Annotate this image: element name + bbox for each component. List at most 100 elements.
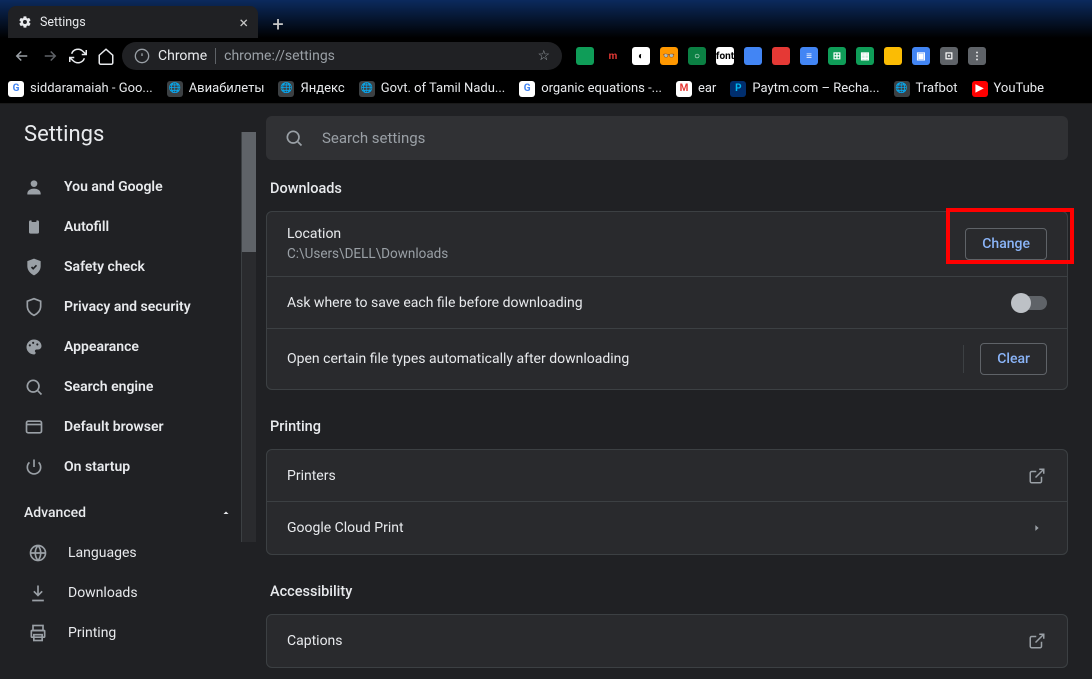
back-button[interactable] (10, 44, 34, 68)
bookmark-item[interactable]: PPaytm.com – Recha... (730, 81, 879, 97)
printers-label: Printers (287, 468, 336, 484)
vertical-divider (963, 345, 964, 373)
google-cloud-print-row[interactable]: Google Cloud Print (267, 502, 1067, 554)
bookmark-label: Paytm.com – Recha... (752, 81, 879, 96)
bookmark-label: ear (698, 81, 716, 96)
close-tab-icon[interactable]: × (239, 13, 248, 32)
bookmark-item[interactable]: 🌐Авиабилеты (167, 81, 265, 97)
extension-icon[interactable]: ⋮ (968, 47, 986, 65)
sidebar-item-appearance[interactable]: Appearance (0, 327, 256, 367)
vertical-divider (948, 230, 949, 258)
favicon: G (519, 81, 535, 97)
person-icon (24, 177, 44, 197)
section-accessibility-title: Accessibility (270, 583, 1068, 600)
extension-icon[interactable]: 👓 (660, 47, 678, 65)
address-bar[interactable]: Chrome chrome://settings ☆ (122, 42, 562, 70)
sidebar-item-printing[interactable]: Printing (0, 613, 256, 653)
shield-check-icon (24, 257, 44, 277)
bookmark-item[interactable]: Mear (676, 81, 716, 97)
favicon: G (8, 81, 24, 97)
extension-icon[interactable]: ◐ (632, 47, 650, 65)
favicon: 🌐 (278, 81, 294, 97)
sidebar-item-default-browser[interactable]: Default browser (0, 407, 256, 447)
bookmark-label: Govt. of Tamil Nadu... (381, 81, 505, 96)
bookmark-label: Яндекс (300, 81, 344, 96)
bookmark-item[interactable]: ▶YouTube (972, 81, 1045, 97)
bookmark-item[interactable]: Gorganic equations -... (519, 81, 662, 97)
home-button[interactable] (94, 44, 118, 68)
change-button[interactable]: Change (965, 228, 1047, 260)
captions-row[interactable]: Captions (267, 615, 1067, 667)
extension-icon[interactable]: m (604, 47, 622, 65)
open-filetypes-label: Open certain file types automatically af… (287, 351, 629, 367)
sidebar-item-you-and-google[interactable]: You and Google (0, 167, 256, 207)
sidebar-item-label: You and Google (64, 179, 163, 195)
sidebar-item-label: On startup (64, 459, 130, 475)
sidebar-item-languages[interactable]: Languages (0, 533, 256, 573)
bookmark-item[interactable]: 🌐Trafbot (894, 81, 958, 97)
url-prefix: Chrome (158, 48, 207, 64)
accessibility-card: Captions (266, 614, 1068, 668)
sidebar-advanced-header[interactable]: Advanced (0, 493, 256, 533)
gear-icon (18, 15, 32, 29)
ask-where-row: Ask where to save each file before downl… (267, 277, 1067, 329)
extension-icon[interactable]: ⊞ (828, 47, 846, 65)
ask-where-toggle[interactable] (1013, 296, 1047, 310)
new-tab-button[interactable]: + (264, 10, 292, 38)
shield-icon (24, 297, 44, 317)
sidebar-item-downloads[interactable]: Downloads (0, 573, 256, 613)
sidebar-item-label: Search engine (64, 379, 153, 395)
sidebar-item-safety-check[interactable]: Safety check (0, 247, 256, 287)
sidebar-item-label: Default browser (64, 419, 164, 435)
extension-icon[interactable]: ≡ (800, 47, 818, 65)
sidebar-item-label: Privacy and security (64, 299, 191, 315)
browser-tab-settings[interactable]: Settings × (8, 6, 258, 38)
bookmark-item[interactable]: Gsiddaramaiah - Goo... (8, 81, 153, 97)
open-external-icon (1027, 466, 1047, 486)
search-icon (24, 377, 44, 397)
location-label: Location (287, 226, 448, 242)
bookmark-item[interactable]: 🌐 Яндекс (278, 81, 344, 97)
site-info-icon[interactable] (134, 48, 150, 64)
printers-row[interactable]: Printers (267, 450, 1067, 502)
extension-icon[interactable]: ○ (688, 47, 706, 65)
extension-icon[interactable] (576, 47, 594, 65)
favicon: M (676, 81, 692, 97)
extension-icon[interactable]: ⊡ (940, 47, 958, 65)
sidebar-item-label: Languages (68, 545, 137, 561)
sidebar-scrollbar[interactable] (241, 132, 256, 542)
bookmark-item[interactable]: 🌐Govt. of Tamil Nadu... (359, 81, 505, 97)
forward-button[interactable] (38, 44, 62, 68)
ask-where-label: Ask where to save each file before downl… (287, 295, 583, 311)
globe-icon (28, 543, 48, 563)
extension-icon[interactable]: ▣ (912, 47, 930, 65)
sidebar-item-label: Printing (68, 625, 116, 641)
extension-icon[interactable] (744, 47, 762, 65)
extension-icon[interactable] (884, 47, 902, 65)
reload-button[interactable] (66, 44, 90, 68)
favicon: 🌐 (167, 81, 183, 97)
page-title: Settings (0, 104, 256, 167)
clear-button[interactable]: Clear (980, 343, 1047, 375)
sidebar-item-search-engine[interactable]: Search engine (0, 367, 256, 407)
search-settings-input[interactable]: Search settings (266, 116, 1068, 160)
extension-icon[interactable] (772, 47, 790, 65)
open-filetypes-row: Open certain file types automatically af… (267, 329, 1067, 389)
location-value: C:\Users\DELL\Downloads (287, 246, 448, 262)
extension-icon[interactable]: font (716, 47, 734, 65)
sidebar-item-label: Appearance (64, 339, 139, 355)
favicon: ▶ (972, 81, 988, 97)
sidebar-item-label: Downloads (68, 585, 138, 601)
print-icon (28, 623, 48, 643)
chevron-up-icon (220, 507, 232, 519)
bookmark-star-icon[interactable]: ☆ (537, 48, 550, 64)
url-path: chrome://settings (224, 48, 335, 64)
captions-label: Captions (287, 633, 343, 649)
sidebar-item-on-startup[interactable]: On startup (0, 447, 256, 487)
sidebar-item-privacy-and-security[interactable]: Privacy and security (0, 287, 256, 327)
bookmark-label: siddaramaiah - Goo... (30, 81, 153, 96)
downloads-card: Location C:\Users\DELL\Downloads Change … (266, 211, 1068, 390)
extension-icon[interactable]: ▦ (856, 47, 874, 65)
sidebar-item-label: Safety check (64, 259, 145, 275)
sidebar-item-autofill[interactable]: Autofill (0, 207, 256, 247)
